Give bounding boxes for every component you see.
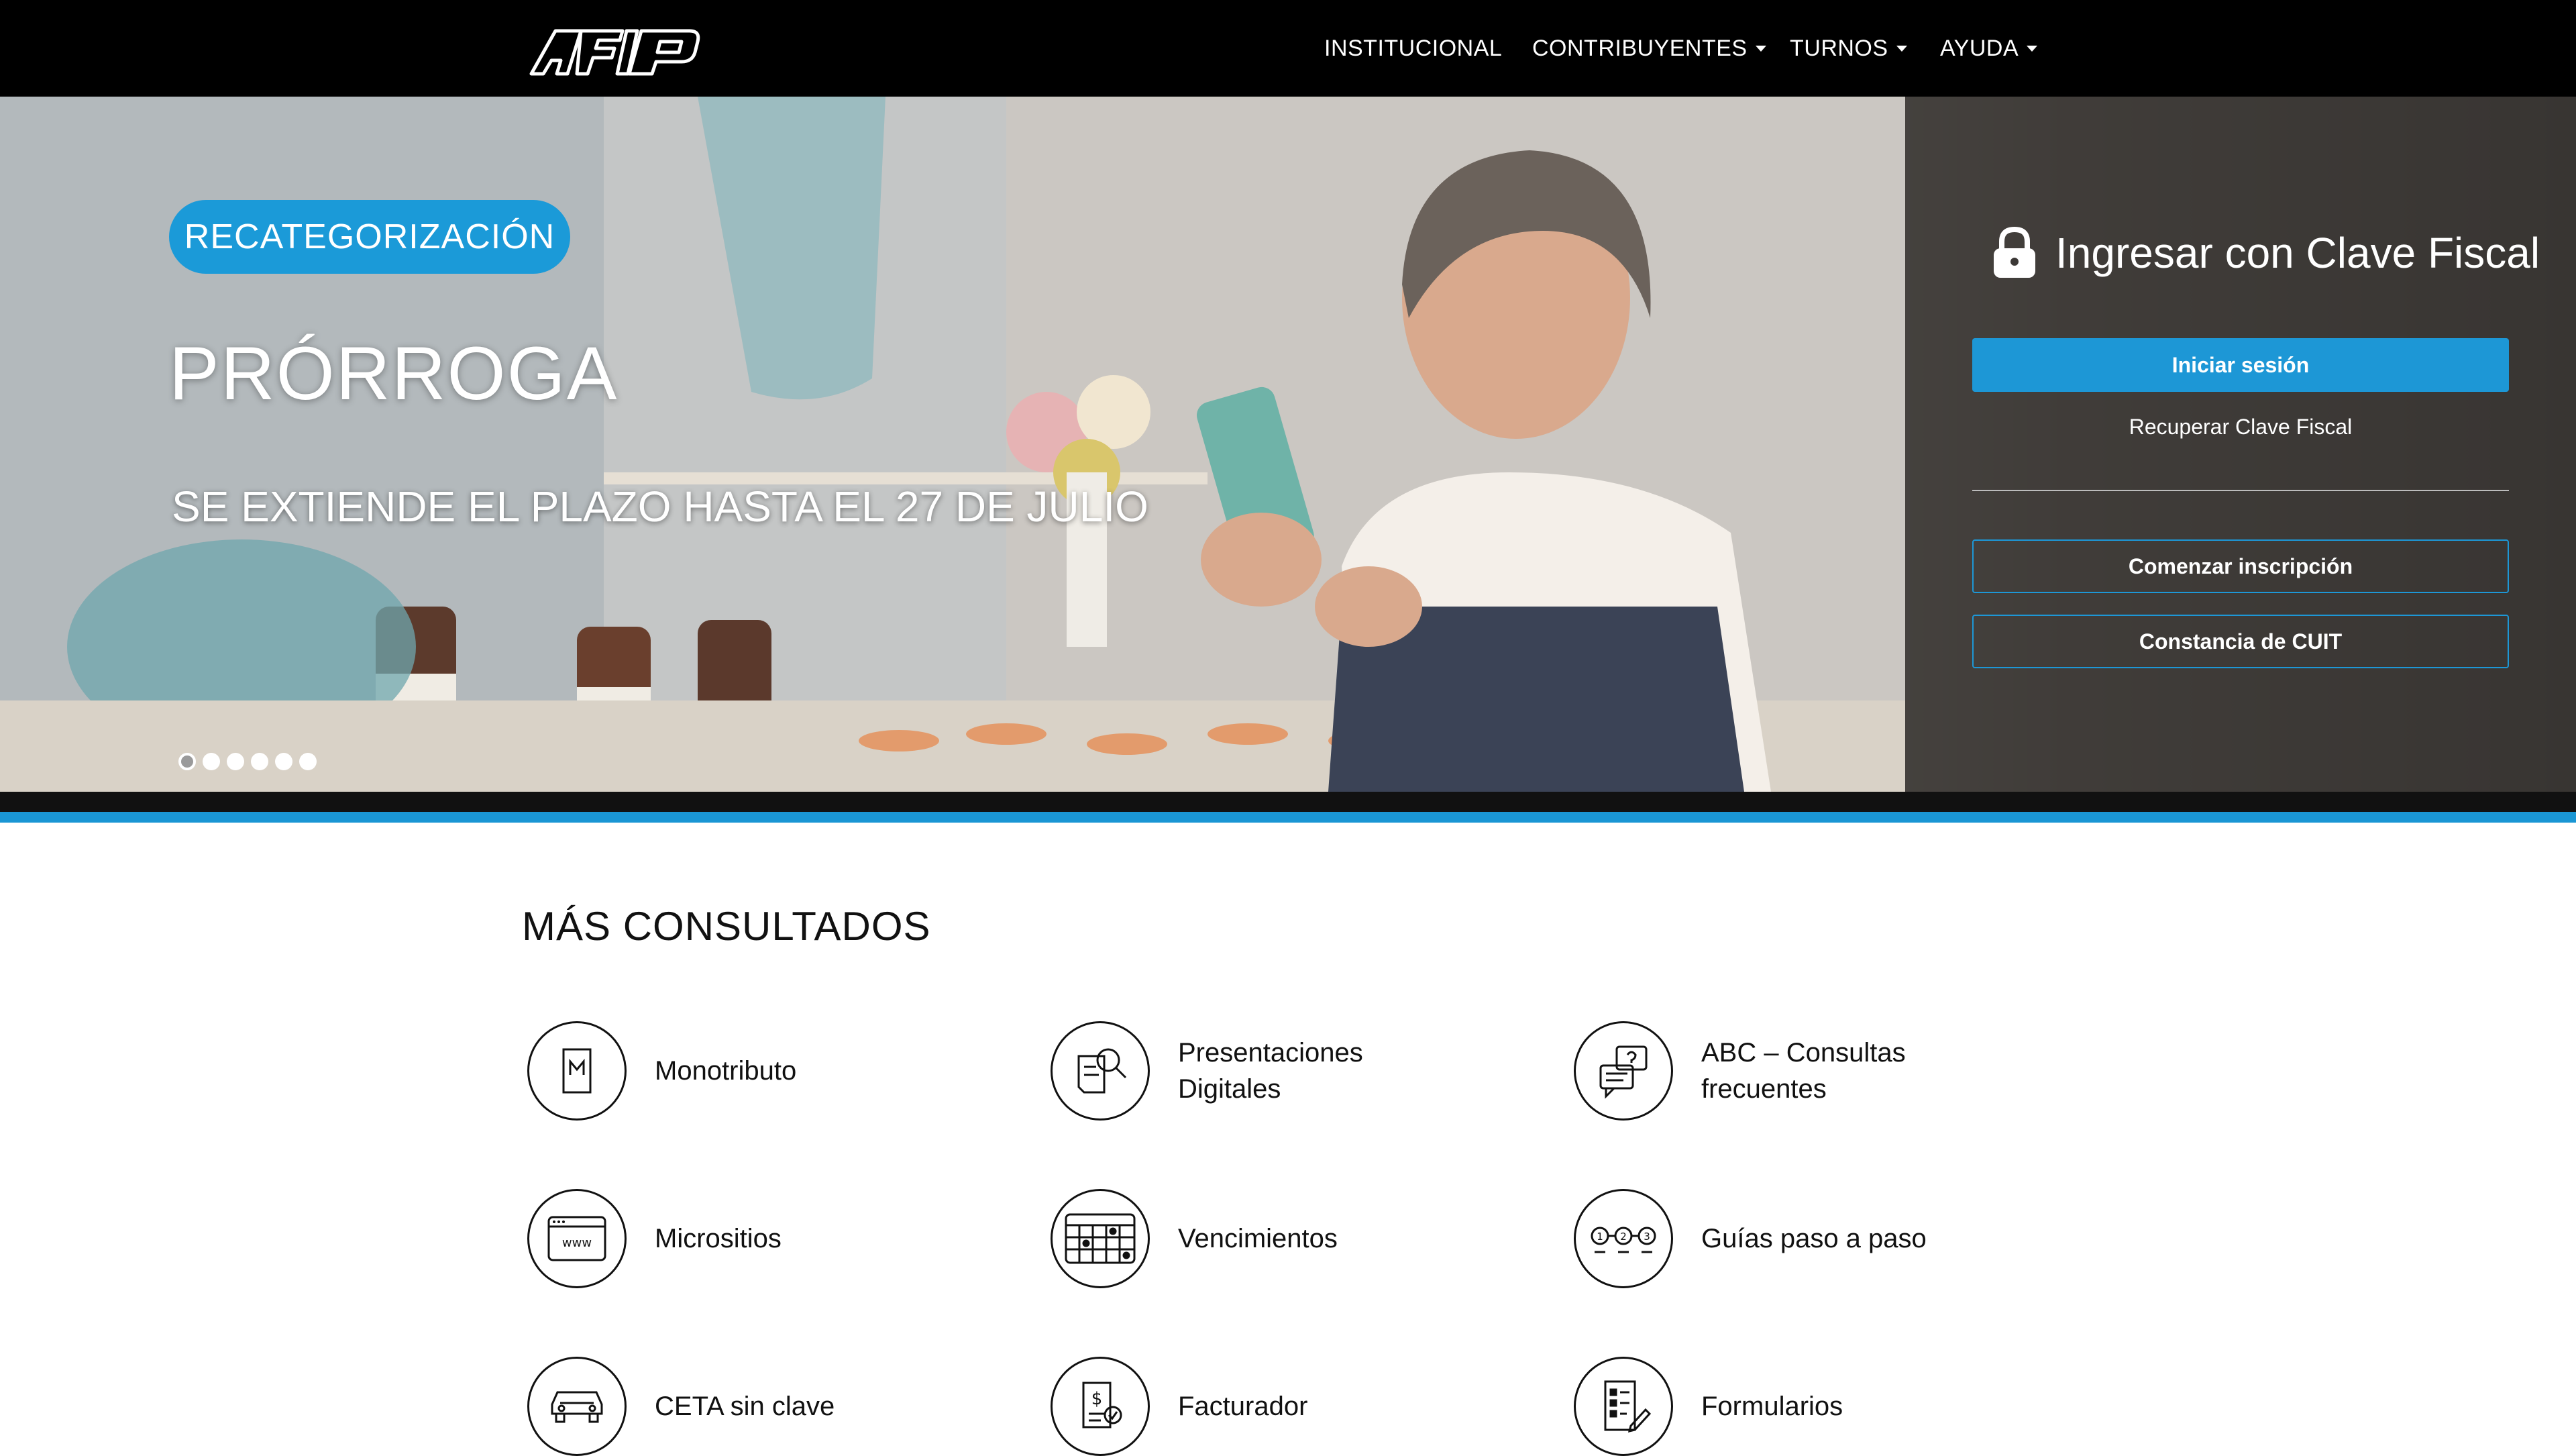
nav-turnos[interactable]: TURNOS — [1790, 0, 1907, 97]
nav-contribuyentes[interactable]: CONTRIBUYENTES — [1532, 0, 1766, 97]
faq-chat-icon — [1574, 1021, 1673, 1121]
recover-clave-link[interactable]: Recuperar Clave Fiscal — [1972, 415, 2509, 439]
item-label: CETA sin clave — [655, 1392, 835, 1421]
nav-institucional[interactable]: INSTITUCIONAL — [1324, 0, 1502, 97]
svg-text:2: 2 — [1620, 1231, 1627, 1243]
svg-text:3: 3 — [1644, 1231, 1650, 1243]
www-browser-icon: www — [527, 1189, 627, 1288]
carousel-dot[interactable] — [227, 753, 244, 770]
recategorizacion-badge: RECATEGORIZACIÓN — [169, 200, 570, 274]
carousel-dot[interactable] — [275, 753, 292, 770]
item-facturador[interactable]: $ Facturador — [1051, 1357, 1460, 1456]
nav-ayuda[interactable]: AYUDA — [1940, 0, 2038, 97]
cuit-button[interactable]: Constancia de CUIT — [1972, 615, 2509, 668]
nav-institucional-label: INSTITUCIONAL — [1324, 35, 1503, 61]
afip-logo[interactable] — [529, 27, 704, 76]
item-label: Facturador — [1178, 1392, 1308, 1421]
car-icon — [527, 1357, 627, 1456]
item-ceta-sin-clave[interactable]: CETA sin clave — [527, 1357, 936, 1456]
panel-divider — [1972, 490, 2509, 491]
chevron-down-icon — [1755, 45, 1766, 52]
document-search-icon — [1051, 1021, 1150, 1121]
item-label: Formularios — [1701, 1392, 1843, 1421]
item-label: Monotributo — [655, 1056, 797, 1086]
calendar-icon — [1051, 1189, 1150, 1288]
item-formularios[interactable]: Formularios — [1574, 1357, 1983, 1456]
item-abc-consultas[interactable]: ABC – Consultas frecuentes — [1574, 1021, 1983, 1121]
form-icon — [1574, 1357, 1673, 1456]
item-label: Guías paso a paso — [1701, 1224, 1927, 1253]
most-consulted-title: MÁS CONSULTADOS — [522, 904, 931, 949]
svg-text:$: $ — [1091, 1389, 1103, 1409]
login-title-text: Ingresar con Clave Fiscal — [2055, 229, 2540, 277]
hero-headline: PRÓRROGA — [169, 331, 619, 415]
login-title: Ingresar con Clave Fiscal — [1992, 227, 2540, 279]
item-monotributo[interactable]: Monotributo — [527, 1021, 936, 1121]
register-button[interactable]: Comenzar inscripción — [1972, 539, 2509, 593]
monotributo-icon — [527, 1021, 627, 1121]
top-navbar: INSTITUCIONAL CONTRIBUYENTES TURNOS AYUD… — [0, 0, 2576, 97]
nav-turnos-label: TURNOS — [1790, 35, 1888, 61]
steps-icon: 1 2 3 — [1574, 1189, 1673, 1288]
item-label: Micrositios — [655, 1224, 782, 1253]
item-vencimientos[interactable]: Vencimientos — [1051, 1189, 1460, 1288]
lock-icon — [1994, 227, 2035, 278]
item-presentaciones-digitales[interactable]: Presentaciones Digitales — [1051, 1021, 1460, 1121]
item-micrositios[interactable]: www Micrositios — [527, 1189, 936, 1288]
nav-contribuyentes-label: CONTRIBUYENTES — [1532, 35, 1748, 61]
item-label: Vencimientos — [1178, 1224, 1338, 1253]
carousel-indicators — [178, 753, 317, 770]
item-label: ABC – Consultas frecuentes — [1701, 1038, 1906, 1104]
item-label: Presentaciones Digitales — [1178, 1038, 1363, 1104]
carousel-dot[interactable] — [299, 753, 317, 770]
hero-accent-band — [0, 812, 2576, 823]
chevron-down-icon — [2027, 45, 2038, 52]
carousel-dot[interactable] — [203, 753, 220, 770]
invoice-icon: $ — [1051, 1357, 1150, 1456]
hero-bottom-band — [0, 792, 2576, 812]
chevron-down-icon — [1896, 45, 1907, 52]
hero-subline: SE EXTIENDE EL PLAZO HASTA EL 27 DE JULI… — [172, 482, 1148, 531]
carousel-dot[interactable] — [178, 753, 196, 770]
login-button[interactable]: Iniciar sesión — [1972, 338, 2509, 392]
svg-text:1: 1 — [1597, 1231, 1603, 1243]
login-panel: Ingresar con Clave Fiscal Iniciar sesión… — [1905, 97, 2576, 792]
item-guias-paso-a-paso[interactable]: 1 2 3 Guías paso a paso — [1574, 1189, 1983, 1288]
svg-text:www: www — [562, 1236, 592, 1250]
nav-ayuda-label: AYUDA — [1940, 35, 2019, 61]
carousel-dot[interactable] — [251, 753, 268, 770]
